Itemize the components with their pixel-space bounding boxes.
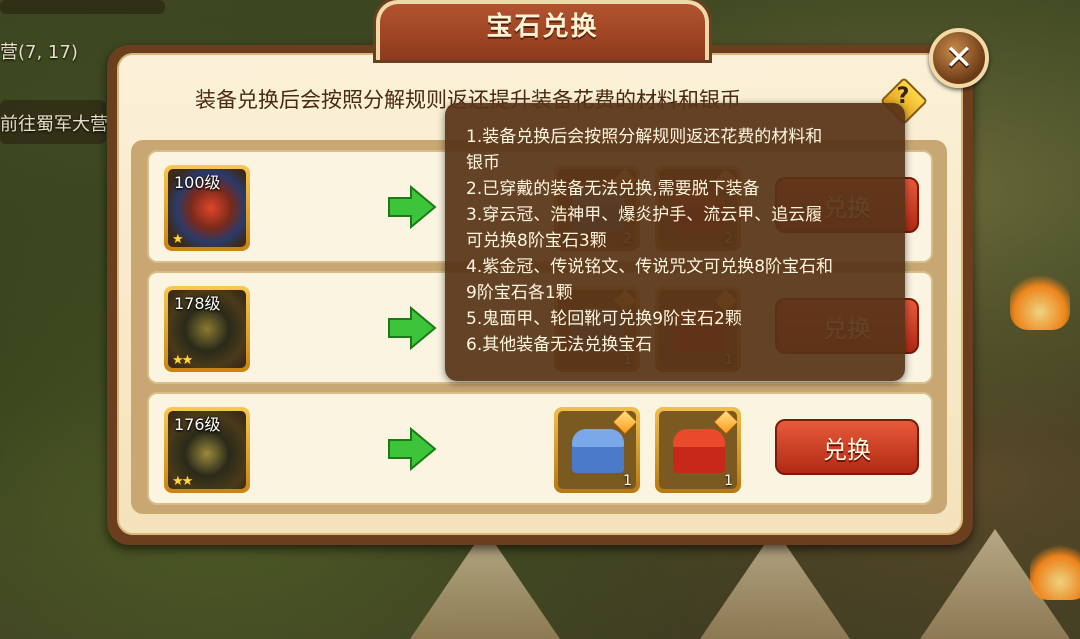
tooltip-line: 3.穿云冠、浩神甲、爆炎护手、流云甲、追云履 <box>466 205 823 225</box>
tooltip-line: 9阶宝石各1颗 <box>466 283 573 303</box>
gem-count: 1 <box>623 473 632 489</box>
tooltip-line: 5.鬼面甲、轮回靴可兑换9阶宝石2颗 <box>466 309 742 329</box>
quest-text[interactable]: 前往蜀军大营 <box>0 110 108 136</box>
equipment-slot[interactable]: 100级 ★ <box>164 165 250 251</box>
close-icon: ✕ <box>944 38 974 78</box>
helmet-icon: 100级 ★ <box>168 169 246 247</box>
tooltip-line: 可兑换8阶宝石3颗 <box>466 231 607 251</box>
background-fire <box>1010 270 1070 330</box>
equipment-level: 178级 <box>174 294 221 313</box>
equipment-stars: ★★ <box>172 353 193 368</box>
tooltip-line: 2.已穿戴的装备无法兑换,需要脱下装备 <box>466 179 760 199</box>
blue-chest-icon: 1 <box>558 411 636 489</box>
equipment-stars: ★ <box>172 232 184 247</box>
arrow-right-icon <box>388 427 437 471</box>
exchange-button[interactable]: 兑换 <box>775 419 919 475</box>
arrow-right-icon <box>388 185 437 229</box>
exchange-row: 176级 ★★ 1 1 兑换 <box>147 392 933 505</box>
gem-chest-slot[interactable]: 1 <box>554 407 640 493</box>
tooltip-line: 6.其他装备无法兑换宝石 <box>466 335 653 355</box>
equipment-slot[interactable]: 176级 ★★ <box>164 407 250 493</box>
close-button[interactable]: ✕ <box>929 28 989 88</box>
tooltip-line: 银币 <box>466 153 500 173</box>
equipment-level: 100级 <box>174 173 221 192</box>
equipment-level: 176级 <box>174 415 221 434</box>
map-coords: 营(7, 17) <box>0 42 78 63</box>
gem-chest-slot[interactable]: 1 <box>655 407 741 493</box>
tooltip-line: 4.紫金冠、传说铭文、传说咒文可兑换8阶宝石和 <box>466 257 834 277</box>
inscription-icon: 178级 ★★ <box>168 290 246 368</box>
hud-top-bar <box>0 0 165 14</box>
gem-count: 1 <box>724 473 733 489</box>
equipment-stars: ★★ <box>172 474 193 489</box>
arrow-right-icon <box>388 306 437 350</box>
tooltip-line: 1.装备兑换后会按照分解规则返还花费的材料和 <box>466 127 823 147</box>
red-chest-icon: 1 <box>659 411 737 489</box>
curse-scroll-icon: 176级 ★★ <box>168 411 246 489</box>
equipment-slot[interactable]: 178级 ★★ <box>164 286 250 372</box>
background-fire <box>1030 540 1080 600</box>
panel-title: 宝石兑换 <box>486 12 599 42</box>
